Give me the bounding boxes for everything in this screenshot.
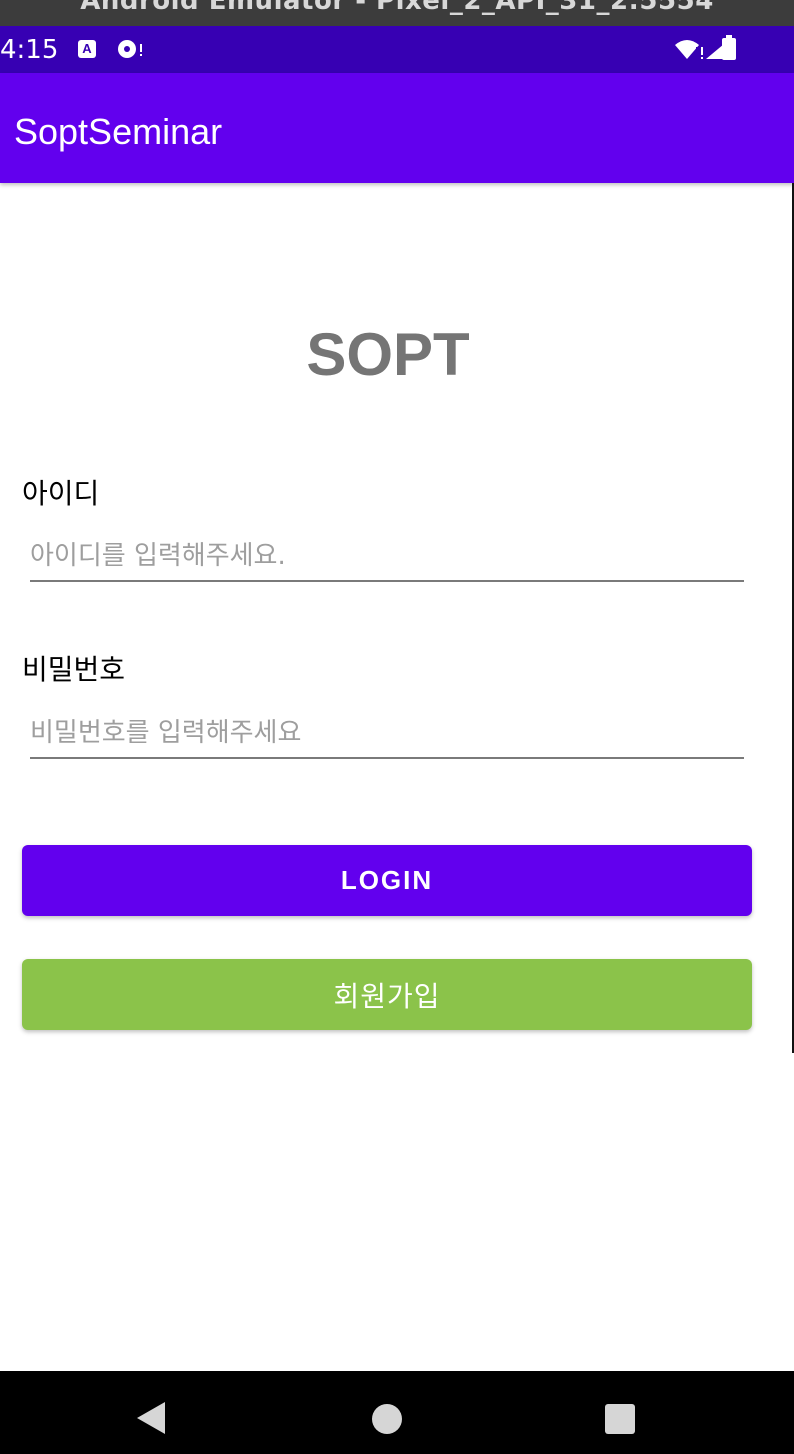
app-title: SoptSeminar [14,111,223,152]
login-button[interactable]: LOGIN [22,845,752,916]
status-time: 4:15 [0,35,59,65]
emulator-window-title: Android Emulator - Pixel_2_API_31_2:5554 [80,0,714,16]
logo-title: SOPT [306,321,470,388]
battery-icon [722,35,736,60]
id-input[interactable] [30,532,744,582]
id-label: 아이디 [22,477,100,510]
status-bar: 4:15 A [0,26,794,73]
signup-button[interactable]: 회원가입 [22,959,752,1030]
back-icon[interactable] [135,1400,167,1441]
navigation-bar [0,1371,794,1454]
password-input[interactable] [30,709,744,759]
disc-icon [116,38,146,65]
password-label: 비밀번호 [22,653,126,686]
emulator-window-titlebar: Android Emulator - Pixel_2_API_31_2:5554 [0,0,794,26]
app-bar: SoptSeminar [0,73,794,183]
recents-icon[interactable] [605,1404,635,1434]
home-icon[interactable] [372,1404,402,1434]
accessibility-a-icon: A [78,40,96,58]
